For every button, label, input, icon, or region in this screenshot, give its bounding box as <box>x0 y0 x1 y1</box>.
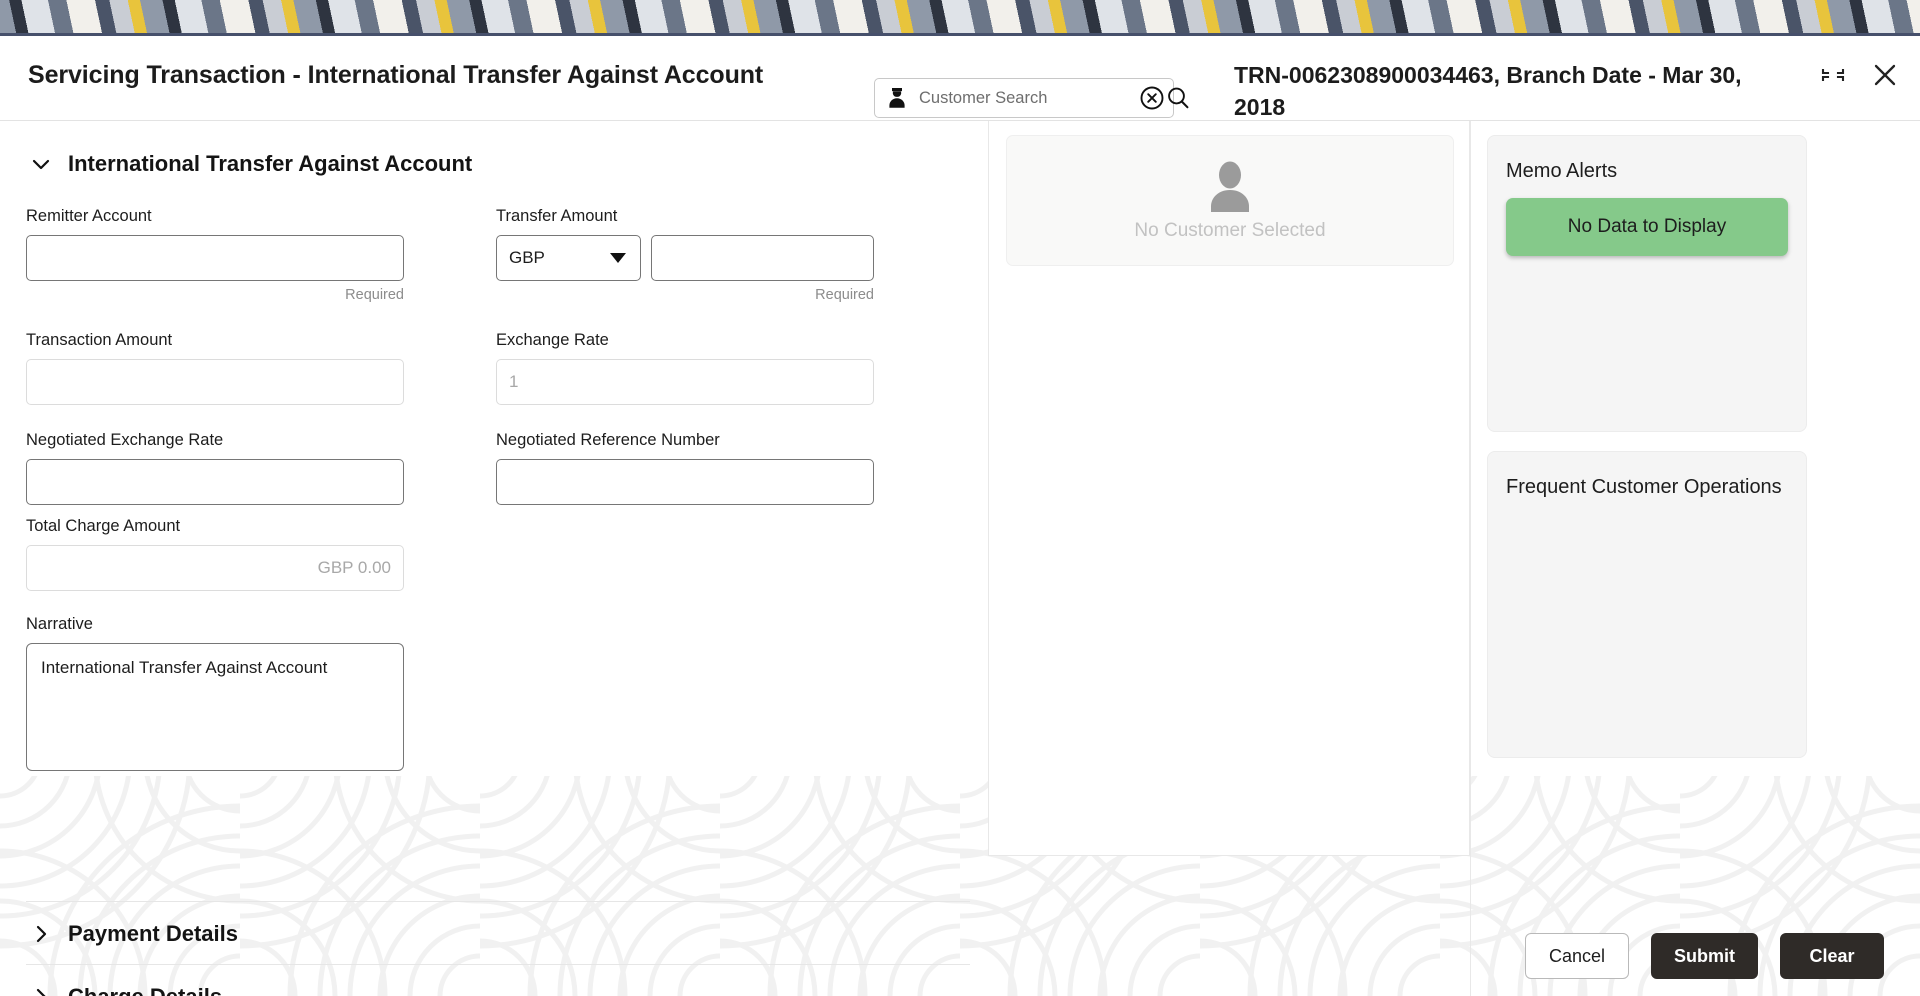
exchange-rate-label: Exchange Rate <box>496 331 609 349</box>
field-narrative: Narrative <box>26 615 404 776</box>
section-title: International Transfer Against Account <box>68 151 473 176</box>
form-column: International Transfer Against Account R… <box>0 121 988 996</box>
transaction-modal: Servicing Transaction - International Tr… <box>0 33 1920 996</box>
negotiated-exchange-rate-label: Negotiated Exchange Rate <box>26 431 224 449</box>
field-negotiated-exchange-rate: Negotiated Exchange Rate <box>26 431 404 505</box>
narrative-textarea[interactable] <box>26 643 404 771</box>
section-header-international-transfer[interactable]: International Transfer Against Account <box>0 151 472 177</box>
person-icon <box>889 88 905 108</box>
right-panel-column: Memo Alerts No Data to Display Frequent … <box>1470 121 1920 996</box>
transaction-amount-label: Transaction Amount <box>26 331 173 349</box>
frequent-customer-operations-title: Frequent Customer Operations <box>1506 476 1782 498</box>
no-customer-text: No Customer Selected <box>1134 219 1326 241</box>
remitter-account-help: Required <box>345 287 404 303</box>
remitter-account-input[interactable] <box>26 235 404 281</box>
transfer-amount-help: Required <box>815 287 874 303</box>
modal-body: International Transfer Against Account R… <box>0 121 1920 996</box>
field-transfer-amount: Transfer Amount GBP Required <box>496 207 874 303</box>
modal-header: Servicing Transaction - International Tr… <box>0 36 1920 121</box>
user-avatar-icon <box>1211 161 1249 212</box>
chevron-down-icon <box>609 253 626 263</box>
field-total-charge-amount: Total Charge Amount <box>26 517 404 591</box>
transfer-currency-value: GBP <box>509 248 545 267</box>
negotiated-reference-number-label: Negotiated Reference Number <box>496 431 720 449</box>
clear-circle-icon[interactable] <box>1139 85 1165 111</box>
transaction-amount-input <box>26 359 404 405</box>
customer-placeholder-card[interactable]: No Customer Selected <box>1006 135 1454 266</box>
field-exchange-rate: Exchange Rate <box>496 331 874 405</box>
customer-column: No Customer Selected <box>988 121 1470 856</box>
remitter-account-label: Remitter Account <box>26 207 152 225</box>
restore-down-icon[interactable] <box>1820 62 1846 88</box>
total-charge-amount-input <box>26 545 404 591</box>
footer-actions: Cancel Submit Clear <box>0 916 1920 996</box>
divider <box>26 901 970 902</box>
customer-search-box[interactable] <box>874 78 1189 118</box>
transfer-amount-input[interactable] <box>650 235 874 281</box>
memo-alerts-title: Memo Alerts <box>1506 160 1618 182</box>
search-input[interactable] <box>907 88 1139 108</box>
field-transaction-amount: Transaction Amount <box>26 331 404 405</box>
search-icon[interactable] <box>1165 85 1191 111</box>
field-negotiated-reference-number: Negotiated Reference Number <box>496 431 874 505</box>
memo-alerts-panel: Memo Alerts No Data to Display <box>1487 135 1807 432</box>
chevron-down-icon <box>32 159 50 170</box>
cancel-button[interactable]: Cancel <box>1525 933 1629 979</box>
window-controls <box>1820 62 1898 88</box>
clear-button[interactable]: Clear <box>1780 933 1884 979</box>
close-icon[interactable] <box>1872 62 1898 88</box>
narrative-label: Narrative <box>26 615 93 633</box>
transfer-amount-label: Transfer Amount <box>496 207 618 225</box>
no-data-text: No Data to Display <box>1567 216 1727 238</box>
total-charge-amount-label: Total Charge Amount <box>26 517 181 535</box>
field-remitter-account: Remitter Account Required <box>26 207 404 303</box>
submit-button[interactable]: Submit <box>1651 933 1758 979</box>
transfer-currency-select[interactable]: GBP <box>496 235 641 281</box>
memo-alerts-no-data-banner[interactable]: No Data to Display <box>1506 198 1788 257</box>
frequent-customer-operations-panel: Frequent Customer Operations <box>1487 451 1807 758</box>
negotiated-exchange-rate-input[interactable] <box>26 459 404 505</box>
transaction-reference: TRN-0062308900034463, Branch Date - Mar … <box>1234 62 1742 120</box>
exchange-rate-input <box>496 359 874 405</box>
negotiated-reference-number-input[interactable] <box>496 459 874 505</box>
page-title: Servicing Transaction - International Tr… <box>28 61 764 89</box>
